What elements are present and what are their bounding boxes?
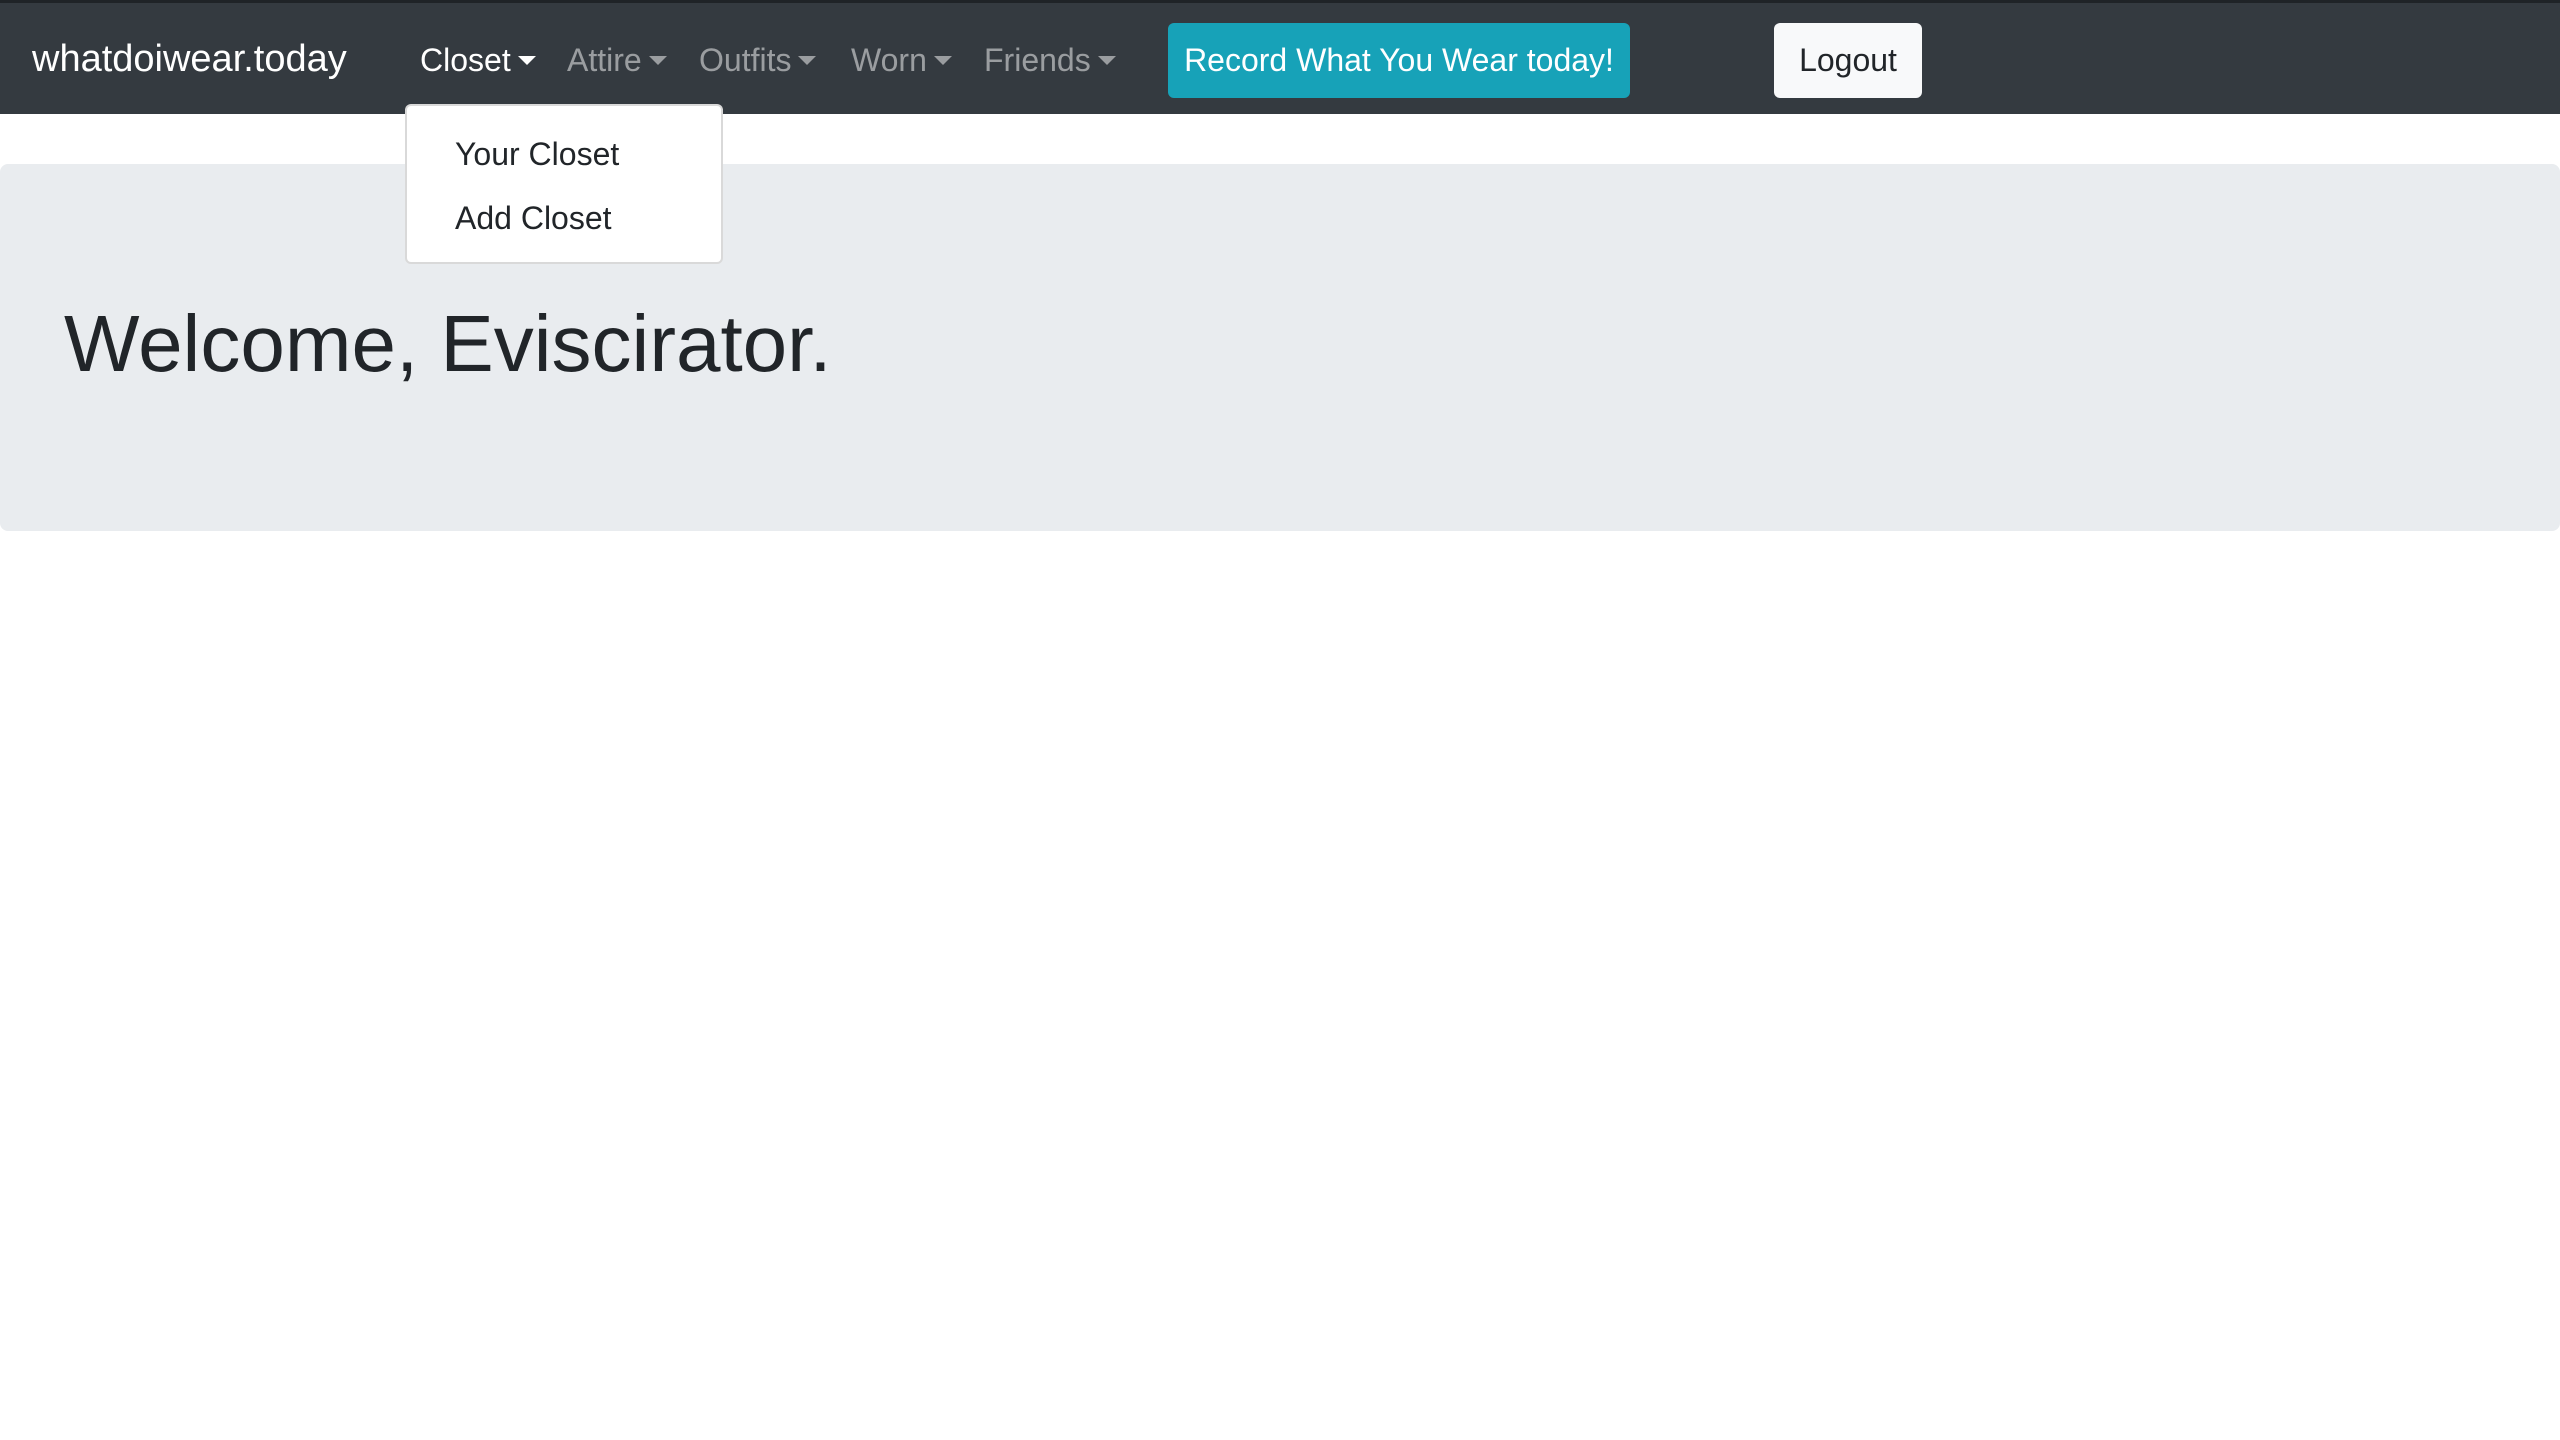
caret-down-icon bbox=[933, 56, 952, 65]
dropdown-item-your-closet[interactable]: Your Closet bbox=[455, 134, 619, 174]
record-outfit-button[interactable]: Record What You Wear today! bbox=[1168, 23, 1630, 98]
nav-attire-dropdown[interactable]: Attire bbox=[567, 40, 667, 80]
caret-down-icon bbox=[648, 56, 667, 65]
top-navbar: whatdoiwear.today Closet Attire Outfits … bbox=[0, 0, 2560, 114]
nav-worn-dropdown[interactable]: Worn bbox=[851, 40, 952, 80]
logout-button[interactable]: Logout bbox=[1774, 23, 1922, 98]
nav-worn-label: Worn bbox=[851, 42, 927, 78]
nav-outfits-dropdown[interactable]: Outfits bbox=[699, 40, 817, 80]
brand-link[interactable]: whatdoiwear.today bbox=[32, 37, 347, 81]
caret-down-icon bbox=[517, 56, 536, 65]
nav-friends-dropdown[interactable]: Friends bbox=[984, 40, 1116, 80]
closet-dropdown-menu: Your Closet Add Closet bbox=[405, 104, 723, 264]
nav-friends-label: Friends bbox=[984, 42, 1091, 78]
dropdown-item-add-closet[interactable]: Add Closet bbox=[455, 198, 612, 238]
nav-attire-label: Attire bbox=[567, 42, 642, 78]
welcome-jumbotron: Welcome, Eviscirator. bbox=[0, 164, 2560, 531]
nav-closet-dropdown[interactable]: Closet bbox=[420, 40, 536, 80]
caret-down-icon bbox=[798, 56, 817, 65]
nav-closet-label: Closet bbox=[420, 42, 511, 78]
welcome-heading: Welcome, Eviscirator. bbox=[64, 299, 832, 388]
caret-down-icon bbox=[1097, 56, 1116, 65]
nav-outfits-label: Outfits bbox=[699, 42, 792, 78]
